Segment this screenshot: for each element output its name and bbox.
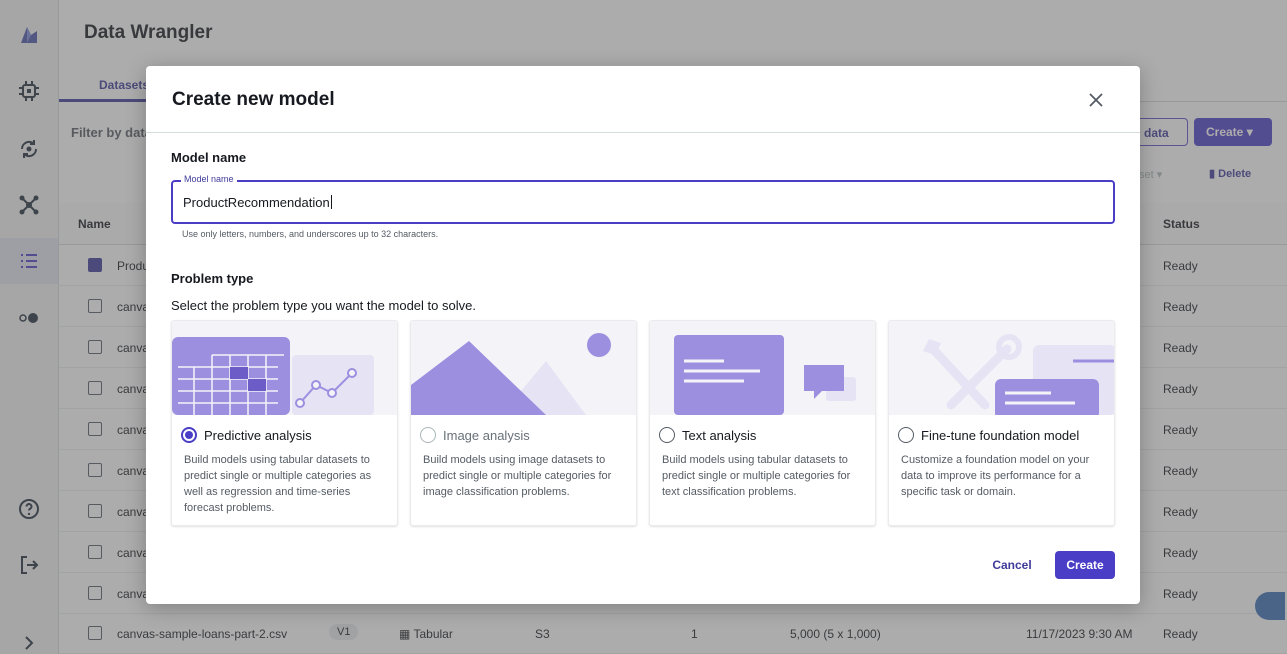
radio-predictive-analysis[interactable] <box>181 427 197 443</box>
card-description: Build models using image datasets to pre… <box>423 454 612 498</box>
cancel-button[interactable]: Cancel <box>984 552 1040 578</box>
card-label: Fine-tune foundation model <box>921 428 1080 443</box>
tools-illustration <box>889 321 1114 415</box>
model-name-input[interactable]: Model name ProductRecommendation <box>171 174 1115 224</box>
model-name-text: ProductRecommendation <box>183 195 330 210</box>
model-name-hint: Use only letters, numbers, and underscor… <box>182 229 439 239</box>
card-description: Build models using tabular datasets to p… <box>662 454 851 498</box>
radio-fine-tune-foundation-model[interactable] <box>898 427 914 443</box>
card-predictive-analysis[interactable]: Predictive analysis Build models using t… <box>171 320 398 526</box>
card-description: Customize a foundation model on your dat… <box>901 454 1090 498</box>
radio-image-analysis[interactable] <box>420 427 436 443</box>
card-fine-tune-foundation-model[interactable]: Fine-tune foundation model Customize a f… <box>888 320 1115 526</box>
card-description: Build models using tabular datasets to p… <box>184 454 372 514</box>
close-icon[interactable] <box>1084 88 1108 112</box>
text-illustration <box>650 321 875 415</box>
card-label: Image analysis <box>443 428 530 443</box>
card-label: Predictive analysis <box>204 428 312 443</box>
card-label: Text analysis <box>682 428 757 443</box>
model-name-legend: Model name <box>181 174 237 184</box>
card-image-analysis[interactable]: Image analysis Build models using image … <box>410 320 637 526</box>
model-name-value: ProductRecommendation <box>183 195 332 210</box>
card-text-analysis[interactable]: Text analysis Build models using tabular… <box>649 320 876 526</box>
create-model-dialog: Create new model Model name Model name P… <box>146 66 1140 604</box>
image-illustration <box>411 321 636 415</box>
dialog-title: Create new model <box>172 89 335 110</box>
model-name-heading: Model name <box>171 150 247 165</box>
create-button[interactable]: Create <box>1055 551 1115 579</box>
problem-type-heading: Problem type <box>171 271 254 286</box>
divider <box>146 132 1140 133</box>
radio-text-analysis[interactable] <box>659 427 675 443</box>
tabular-illustration <box>172 321 397 415</box>
problem-type-subtext: Select the problem type you want the mod… <box>171 298 476 313</box>
